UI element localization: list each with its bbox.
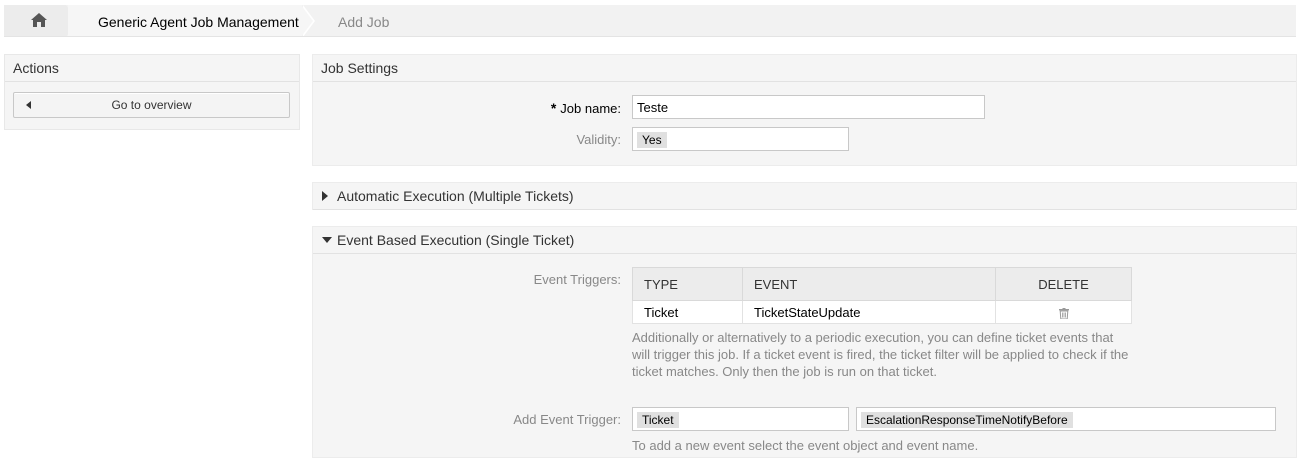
cell-event: TicketStateUpdate	[742, 300, 996, 324]
column-header-type: TYPE	[632, 267, 743, 301]
table-row: Ticket TicketStateUpdate	[632, 300, 1132, 324]
automatic-execution-panel: Automatic Execution (Multiple Tickets)	[312, 182, 1297, 210]
add-event-trigger-label: Add Event Trigger:	[513, 412, 621, 427]
go-to-overview-button[interactable]: Go to overview	[13, 92, 290, 118]
breadcrumb: Generic Agent Job Management Add Job	[4, 5, 1296, 37]
job-name-label: Job name:	[560, 101, 621, 116]
automatic-execution-toggle[interactable]: Automatic Execution (Multiple Tickets)	[313, 183, 1296, 210]
breadcrumb-item-label[interactable]: Generic Agent Job Management	[98, 14, 299, 30]
event-object-select[interactable]: Ticket	[632, 407, 849, 431]
caret-left-icon	[26, 101, 31, 109]
event-name-select[interactable]: EscalationResponseTimeNotifyBefore	[856, 407, 1276, 431]
sidebar-title: Actions	[5, 55, 299, 82]
breadcrumb-item-current: Add Job	[338, 14, 390, 30]
go-to-overview-label: Go to overview	[111, 98, 192, 112]
event-execution-title: Event Based Execution (Single Ticket)	[337, 232, 575, 248]
job-settings-panel: Job Settings *Job name: Validity: Yes	[312, 54, 1297, 166]
job-name-label-wrap: * Job name:	[433, 100, 621, 116]
trash-icon[interactable]	[1058, 307, 1069, 320]
breadcrumb-item-job-management[interactable]: Generic Agent Job Management	[68, 5, 302, 36]
breadcrumb-home[interactable]	[4, 5, 66, 36]
actions-sidebar: Actions Go to overview	[4, 54, 300, 130]
validity-label: Validity:	[576, 132, 621, 147]
home-icon	[31, 13, 47, 27]
event-triggers-help: Additionally or alternatively to a perio…	[632, 330, 1129, 379]
job-name-input[interactable]	[632, 95, 985, 119]
required-mark: *	[550, 100, 557, 116]
event-object-selected-value: Ticket	[637, 412, 679, 428]
caret-down-icon	[322, 237, 332, 243]
caret-right-icon	[322, 191, 328, 201]
event-execution-panel: Event Based Execution (Single Ticket) Ev…	[312, 226, 1297, 458]
event-execution-toggle[interactable]: Event Based Execution (Single Ticket)	[313, 227, 1296, 254]
job-settings-title: Job Settings	[313, 55, 1296, 82]
validity-select[interactable]: Yes	[632, 127, 849, 151]
event-name-selected-value: EscalationResponseTimeNotifyBefore	[861, 412, 1073, 428]
validity-selected-value: Yes	[637, 132, 667, 148]
event-triggers-label: Event Triggers:	[533, 272, 621, 287]
column-header-delete: DELETE	[995, 267, 1132, 301]
cell-delete	[995, 300, 1132, 324]
automatic-execution-title: Automatic Execution (Multiple Tickets)	[337, 188, 574, 204]
column-header-event: EVENT	[742, 267, 996, 301]
cell-type: Ticket	[632, 300, 743, 324]
breadcrumb-separator	[301, 5, 313, 36]
event-triggers-table: TYPE EVENT DELETE Ticket TicketStateUpda…	[632, 267, 1132, 324]
add-event-help: To add a new event select the event obje…	[632, 438, 979, 453]
table-header-row: TYPE EVENT DELETE	[632, 267, 1132, 301]
